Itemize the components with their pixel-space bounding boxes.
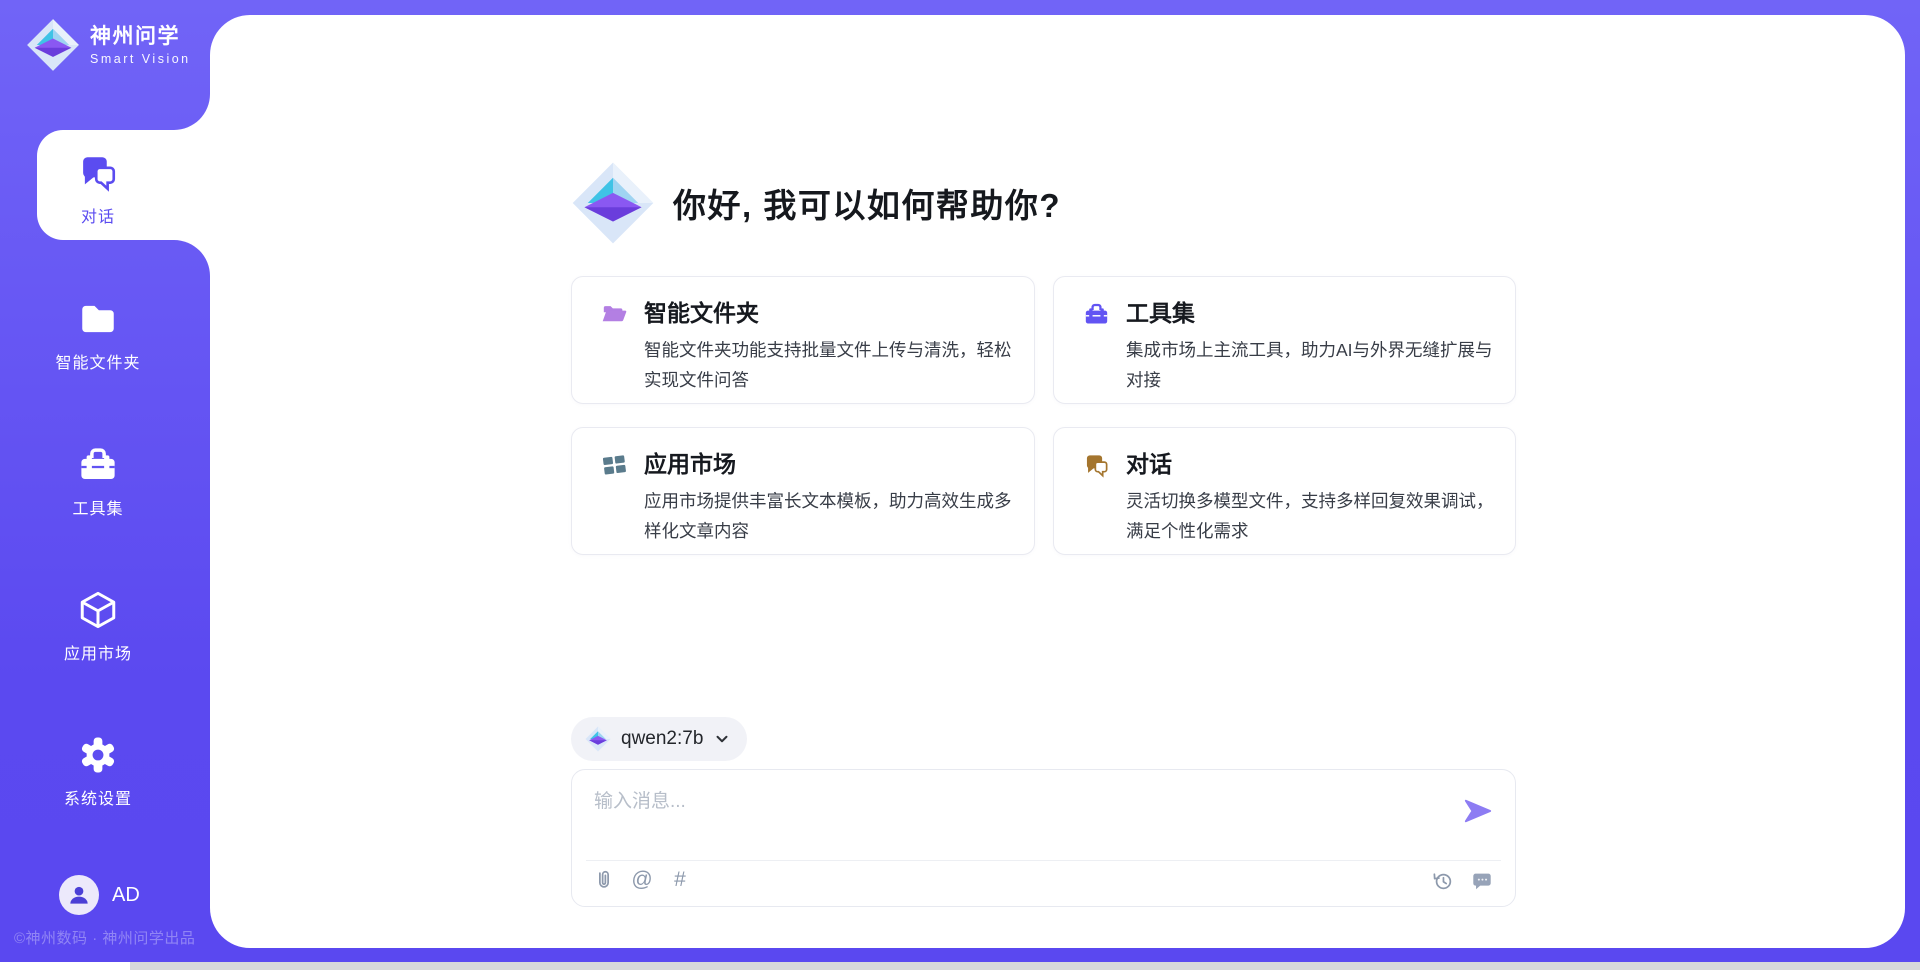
greeting-block: 你好, 我可以如何帮助你? — [571, 161, 1061, 245]
history-icon[interactable] — [1431, 869, 1455, 893]
brand-subtitle: Smart Vision — [90, 52, 191, 66]
card-chat[interactable]: 对话 灵活切换多模型文件，支持多样回复效果调试，满足个性化需求 — [1053, 427, 1516, 555]
chevron-down-icon — [713, 730, 731, 748]
card-description: 集成市场上主流工具，助力AI与外界无缝扩展与对接 — [1126, 335, 1498, 395]
mention-icon[interactable]: @ — [630, 868, 654, 892]
card-description: 智能文件夹功能支持批量文件上传与清洗，轻松实现文件问答 — [644, 335, 1016, 395]
sidebar-item-label: 系统设置 — [0, 785, 196, 809]
brand-name: 神州问学 — [90, 25, 191, 49]
sidebar-item-toolset[interactable]: 工具集 — [0, 444, 196, 519]
composer-divider — [586, 860, 1501, 861]
composer-tools-left: @ # — [592, 868, 692, 892]
folder-icon — [77, 298, 119, 340]
toolbox-icon — [77, 444, 119, 486]
user-avatar[interactable] — [59, 875, 99, 915]
card-description: 灵活切换多模型文件，支持多样回复效果调试，满足个性化需求 — [1126, 486, 1498, 546]
sidebar-item-app-market[interactable]: 应用市场 — [0, 589, 196, 664]
diamond-logo-icon — [585, 726, 611, 752]
hash-icon[interactable]: # — [668, 868, 692, 892]
tab-notch-top — [174, 94, 210, 130]
card-toolset[interactable]: 工具集 集成市场上主流工具，助力AI与外界无缝扩展与对接 — [1053, 276, 1516, 404]
feature-cards: 智能文件夹 智能文件夹功能支持批量文件上传与清洗，轻松实现文件问答 工具集 — [571, 276, 1516, 555]
message-input[interactable] — [592, 784, 1436, 850]
cube-icon — [77, 589, 119, 631]
greeting-title: 你好, 我可以如何帮助你? — [673, 179, 1061, 227]
toolbox-icon — [1083, 301, 1110, 328]
send-icon — [1463, 796, 1493, 826]
send-button[interactable] — [1463, 796, 1493, 826]
diamond-logo-icon — [26, 18, 80, 72]
sidebar-footer-text: ©神州数码 · 神州问学出品 — [14, 927, 195, 948]
chat-icon — [1083, 452, 1110, 479]
user-avatar-icon — [66, 882, 92, 908]
card-title: 工具集 — [1126, 298, 1498, 328]
attachment-icon[interactable] — [592, 868, 616, 892]
chat-icon — [77, 152, 119, 194]
main-content-layer: 你好, 我可以如何帮助你? 智能文件夹 智能文件夹功能支持批量文件上传与清洗，轻… — [210, 15, 1905, 948]
scrollbar-track[interactable] — [130, 962, 1920, 970]
tab-notch-bottom — [174, 240, 210, 276]
user-initials: AD — [112, 884, 140, 907]
app-logo: 神州问学 Smart Vision — [26, 18, 191, 72]
sidebar-item-label: 对话 — [0, 203, 196, 227]
sidebar-item-label: 工具集 — [0, 495, 196, 519]
card-title: 应用市场 — [644, 449, 1016, 479]
sidebar-item-label: 智能文件夹 — [0, 349, 196, 373]
card-title: 智能文件夹 — [644, 298, 1016, 328]
gear-icon — [77, 734, 119, 776]
sidebar-item-chat[interactable]: 对话 — [0, 152, 196, 227]
composer-tools-right — [1431, 869, 1494, 893]
folder-open-icon — [601, 301, 628, 328]
feedback-icon[interactable] — [1470, 869, 1494, 893]
sidebar-item-settings[interactable]: 系统设置 — [0, 734, 196, 809]
diamond-logo-icon — [571, 161, 655, 245]
card-title: 对话 — [1126, 449, 1498, 479]
grid-icon — [601, 452, 628, 479]
sidebar-item-smart-folder[interactable]: 智能文件夹 — [0, 298, 196, 373]
sidebar-item-label: 应用市场 — [0, 640, 196, 664]
model-name: qwen2:7b — [621, 728, 703, 750]
horizontal-scrollbar[interactable] — [0, 962, 1920, 970]
model-selector[interactable]: qwen2:7b — [571, 717, 747, 761]
card-description: 应用市场提供丰富长文本模板，助力高效生成多样化文章内容 — [644, 486, 1016, 546]
card-smart-folder[interactable]: 智能文件夹 智能文件夹功能支持批量文件上传与清洗，轻松实现文件问答 — [571, 276, 1035, 404]
card-app-market[interactable]: 应用市场 应用市场提供丰富长文本模板，助力高效生成多样化文章内容 — [571, 427, 1035, 555]
message-composer: @ # — [571, 769, 1516, 907]
